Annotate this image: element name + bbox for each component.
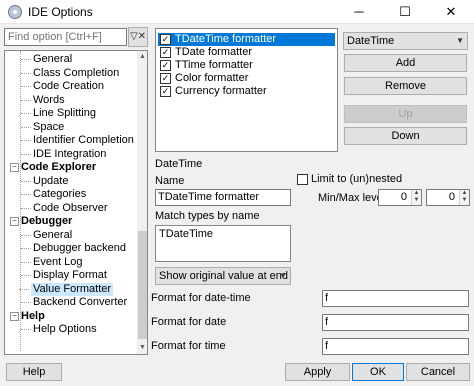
max-level-value: 0	[448, 191, 455, 203]
formatter-list-item[interactable]: ✓ Currency formatter	[158, 85, 335, 98]
format-field-label: Format for date-time	[151, 292, 251, 304]
tree-item[interactable]: Code Explorer	[21, 161, 96, 174]
show-original-combo[interactable]: Show original value at end ▼	[155, 267, 291, 285]
formatter-label: Currency formatter	[175, 85, 267, 97]
up-button[interactable]: Up	[344, 105, 467, 123]
tree-item[interactable]: Display Format	[21, 269, 107, 282]
name-input[interactable]: TDateTime formatter	[155, 189, 291, 206]
tree-item[interactable]: Code Creation	[21, 80, 104, 93]
formatter-label: TDate formatter	[175, 46, 253, 58]
tree-item[interactable]: General	[20, 53, 72, 66]
formatter-checkbox[interactable]: ✓	[160, 86, 171, 97]
tree-item[interactable]: Identifier Completion	[21, 134, 134, 147]
formatter-label: Color formatter	[175, 72, 249, 84]
scroll-up-icon[interactable]: ▲	[137, 51, 147, 63]
formatter-list[interactable]: ✓ TDateTime formatter ✓ TDate formatter ✓ TTi…	[155, 28, 338, 152]
tree-item[interactable]: Backend Converter	[20, 296, 127, 309]
tree-item[interactable]: Update	[20, 175, 68, 188]
filter-clear-icon: ▽✕	[129, 31, 147, 42]
close-button[interactable]: ✕	[428, 0, 474, 24]
apply-button[interactable]: Apply	[285, 363, 350, 381]
format-field-input[interactable]: f	[322, 314, 469, 331]
formatter-checkbox[interactable]: ✓	[160, 34, 171, 45]
max-level-spinner[interactable]: 0 ▲ ▼	[426, 189, 470, 206]
max-level-spin-buttons[interactable]: ▲ ▼	[459, 190, 469, 205]
formatter-checkbox[interactable]: ✓	[160, 73, 171, 84]
format-field-label: Format for date	[151, 316, 227, 328]
tree-item[interactable]: Space	[20, 121, 64, 134]
formatter-type-value: DateTime	[347, 35, 395, 47]
tree-item[interactable]: Value Formatter	[18, 282, 114, 296]
tree-item[interactable]: Line Splitting	[21, 107, 96, 120]
search-input[interactable]	[4, 28, 127, 46]
tree-item[interactable]: Event Log	[21, 256, 83, 269]
down-button[interactable]: Down	[344, 127, 467, 145]
formatter-list-item[interactable]: ✓ TDate formatter	[158, 46, 335, 59]
limit-nested-checkbox[interactable]	[297, 174, 308, 185]
formatter-checkbox[interactable]: ✓	[160, 60, 171, 71]
ok-button[interactable]: OK	[352, 363, 404, 381]
format-field-label: Format for time	[151, 340, 226, 352]
formatter-label: TDateTime formatter	[175, 33, 277, 45]
tree-expander-icon[interactable]: −	[10, 311, 19, 321]
minimize-button[interactable]: ─	[336, 0, 382, 24]
tree-scrollbar[interactable]: ▲ ▼	[137, 51, 147, 354]
help-button[interactable]: Help	[6, 363, 62, 381]
formatter-checkbox[interactable]: ✓	[160, 47, 171, 58]
formatter-list-item[interactable]: ✓ TDateTime formatter	[158, 33, 335, 46]
formatter-label: TTime formatter	[175, 59, 253, 71]
tree-expander-icon[interactable]: −	[10, 163, 19, 172]
tree-item[interactable]: Words	[21, 94, 65, 107]
limit-nested-label: Limit to (un)nested	[311, 173, 403, 185]
format-field-input[interactable]: f	[322, 290, 469, 307]
chevron-down-icon: ▼	[456, 36, 464, 45]
tree-item[interactable]: IDE Integration	[20, 148, 106, 161]
tree-item[interactable]: Class Completion	[20, 67, 119, 80]
add-button[interactable]: Add	[344, 54, 467, 72]
scroll-down-icon[interactable]: ▼	[137, 342, 147, 354]
min-level-value: 0	[400, 191, 407, 203]
options-tree[interactable]: General Class Completion Code Creation Word…	[4, 50, 148, 355]
gear-icon	[8, 5, 22, 19]
match-types-memo[interactable]: TDateTime	[155, 225, 291, 262]
min-level-spin-buttons[interactable]: ▲ ▼	[411, 190, 421, 205]
tree-expander-icon[interactable]: −	[10, 217, 19, 226]
match-types-label: Match types by name	[155, 210, 260, 222]
window-title: IDE Options	[28, 5, 93, 19]
chevron-down-icon: ▼	[279, 271, 287, 280]
cancel-button[interactable]: Cancel	[406, 363, 470, 381]
scrollbar-thumb[interactable]	[138, 231, 147, 339]
maximize-button[interactable]: ☐	[382, 0, 428, 24]
format-field-input[interactable]: f	[322, 338, 469, 355]
title-bar: IDE Options ─ ☐ ✕	[0, 0, 474, 24]
formatter-list-item[interactable]: ✓ TTime formatter	[158, 59, 335, 72]
tree-item[interactable]: Help Options	[21, 323, 97, 336]
minmax-level-label: Min/Max level	[318, 192, 386, 204]
tree-item[interactable]: Code Observer	[21, 202, 108, 215]
name-label: Name	[155, 175, 185, 187]
remove-button[interactable]: Remove	[344, 77, 467, 95]
formatter-list-item[interactable]: ✓ Color formatter	[158, 72, 335, 85]
tree-item[interactable]: Debugger backend	[21, 242, 126, 255]
tree-item[interactable]: General	[20, 229, 72, 242]
tree-item[interactable]: Debugger	[21, 215, 72, 228]
min-level-spinner[interactable]: 0 ▲ ▼	[378, 189, 422, 206]
filter-clear-button[interactable]: ▽✕	[128, 27, 148, 47]
show-original-value: Show original value at end	[159, 270, 289, 282]
tree-item[interactable]: Help	[21, 310, 45, 323]
tree-guide-line	[20, 51, 21, 351]
section-title: DateTime	[155, 158, 203, 170]
formatter-type-combo[interactable]: DateTime ▼	[343, 32, 468, 50]
tree-item[interactable]: Categories	[20, 188, 86, 201]
